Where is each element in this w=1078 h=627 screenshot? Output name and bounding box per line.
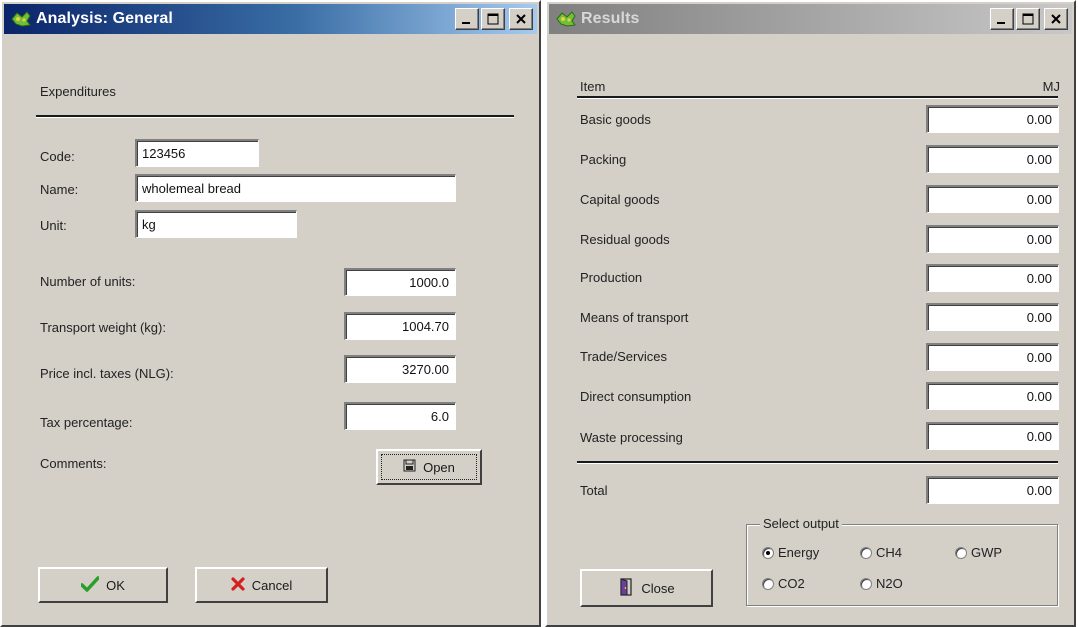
close-icon[interactable] [1044, 8, 1068, 30]
checkmark-icon [80, 575, 100, 595]
results-window-title: Results [581, 10, 640, 27]
result-row-value[interactable]: 0.00 [926, 225, 1059, 253]
results-header-separator [577, 96, 1058, 99]
tax-percentage-label: Tax percentage: [40, 415, 133, 430]
name-input[interactable]: wholemeal bread [135, 174, 456, 202]
results-total-separator [577, 461, 1058, 464]
radio-ch4-label: CH4 [876, 545, 903, 560]
radio-energy-label: Energy [778, 545, 820, 560]
transport-weight-input[interactable]: 1004.70 [344, 312, 456, 340]
radio-co2-dot[interactable] [762, 577, 774, 590]
name-label: Name: [40, 182, 79, 197]
close-icon[interactable] [509, 8, 533, 30]
minimize-icon[interactable] [990, 8, 1014, 30]
result-row-value[interactable]: 0.00 [926, 145, 1059, 173]
radio-ch4[interactable]: CH4 [860, 545, 902, 560]
result-row-label: Waste processing [580, 430, 683, 445]
result-row-value[interactable]: 0.00 [926, 264, 1059, 292]
cancel-button-label: Cancel [251, 577, 293, 593]
tax-percentage-input[interactable]: 6.0 [344, 402, 456, 430]
expenditures-label: Expenditures [40, 84, 116, 99]
cancel-button[interactable]: Cancel [195, 567, 328, 603]
maximize-icon[interactable] [1016, 8, 1040, 30]
unit-input[interactable]: kg [135, 210, 297, 238]
analysis-general-window: Analysis: General Expenditures Code: 123… [0, 0, 541, 627]
radio-gwp[interactable]: GWP [955, 545, 1002, 560]
column-header-unit: MJ [1042, 79, 1060, 94]
result-row-value[interactable]: 0.00 [926, 343, 1059, 371]
results-title-bar[interactable]: Results [549, 4, 1072, 34]
select-output-label: Select output [760, 516, 842, 531]
maximize-icon[interactable] [481, 8, 505, 30]
total-value[interactable]: 0.00 [926, 476, 1059, 504]
open-button[interactable]: Open [376, 449, 482, 485]
close-button[interactable]: Close [580, 569, 713, 607]
radio-energy-dot[interactable] [762, 546, 774, 559]
result-row-label: Packing [580, 152, 627, 167]
number-of-units-input[interactable]: 1000.0 [344, 268, 456, 296]
app-logo-icon [555, 9, 577, 29]
ok-button[interactable]: OK [38, 567, 168, 603]
result-row-label: Capital goods [580, 192, 660, 207]
result-row-label: Trade/Services [580, 349, 667, 364]
ok-button-label: OK [106, 577, 125, 593]
total-label: Total [580, 483, 608, 498]
unit-label: Unit: [40, 218, 67, 233]
transport-weight-label: Transport weight (kg): [40, 320, 166, 335]
comments-label: Comments: [40, 456, 107, 471]
expenditures-separator [36, 115, 514, 118]
result-row-value[interactable]: 0.00 [926, 422, 1059, 450]
minimize-icon[interactable] [455, 8, 479, 30]
door-icon [618, 577, 634, 599]
radio-gwp-label: GWP [971, 545, 1003, 560]
open-button-label: Open [423, 459, 455, 475]
result-row-label: Residual goods [580, 232, 670, 247]
price-label: Price incl. taxes (NLG): [40, 366, 174, 381]
result-row-value[interactable]: 0.00 [926, 105, 1059, 133]
result-row-value[interactable]: 0.00 [926, 303, 1059, 331]
result-row-label: Production [580, 270, 643, 285]
radio-n2o-label: N2O [876, 576, 903, 591]
radio-n2o[interactable]: N2O [860, 576, 903, 591]
result-row-value[interactable]: 0.00 [926, 185, 1059, 213]
result-row-label: Basic goods [580, 112, 651, 127]
price-input[interactable]: 3270.00 [344, 355, 456, 383]
app-logo-icon [10, 9, 32, 29]
radio-gwp-dot[interactable] [955, 546, 967, 559]
number-of-units-label: Number of units: [40, 274, 136, 289]
x-mark-icon [231, 576, 245, 594]
analysis-window-title: Analysis: General [36, 10, 173, 27]
result-row-label: Means of transport [580, 310, 689, 325]
results-window: Results Item MJ Basic goods 0.00 Packing… [545, 0, 1076, 627]
analysis-title-bar[interactable]: Analysis: General [4, 4, 537, 34]
disk-icon [403, 459, 416, 475]
radio-n2o-dot[interactable] [860, 577, 872, 590]
radio-co2[interactable]: CO2 [762, 576, 805, 591]
radio-ch4-dot[interactable] [860, 546, 872, 559]
result-row-label: Direct consumption [580, 389, 692, 404]
result-row-value[interactable]: 0.00 [926, 382, 1059, 410]
code-label: Code: [40, 149, 75, 164]
radio-co2-label: CO2 [778, 576, 805, 591]
select-output-group [746, 524, 1058, 606]
column-header-item: Item [580, 79, 606, 94]
radio-energy[interactable]: Energy [762, 545, 819, 560]
close-button-label: Close [641, 580, 675, 596]
code-input[interactable]: 123456 [135, 139, 259, 167]
